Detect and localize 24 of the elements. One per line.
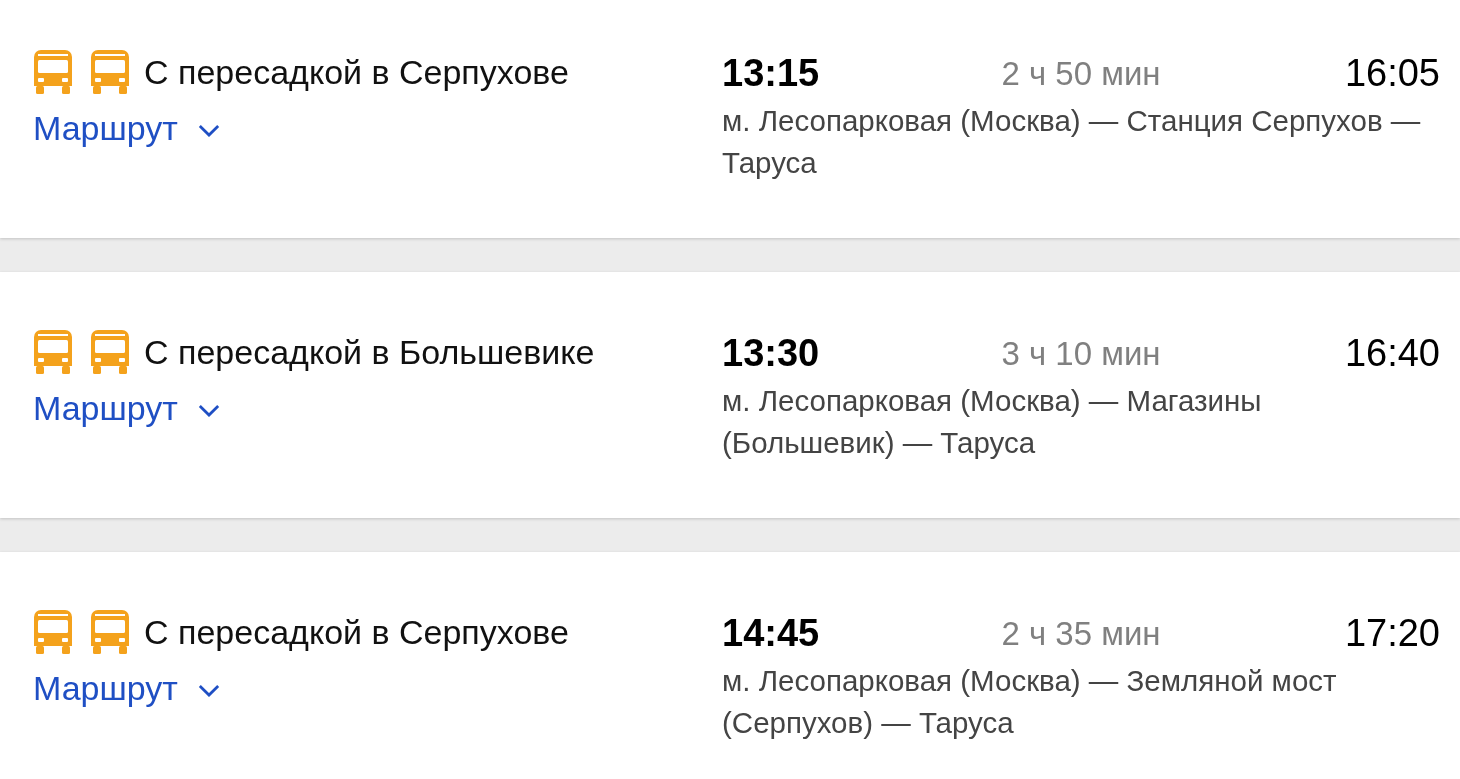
departure-time: 14:45 <box>722 612 820 655</box>
trip-title: С пересадкой в Большевике <box>144 332 595 372</box>
departure-time: 13:30 <box>722 332 820 375</box>
trip-duration: 2 ч 35 мин <box>1001 614 1161 653</box>
departure-time: 13:15 <box>722 52 820 95</box>
route-link[interactable]: Маршрут <box>33 388 220 428</box>
trip-title: С пересадкой в Серпухове <box>144 52 569 92</box>
bus-icon <box>90 50 130 94</box>
route-link[interactable]: Маршрут <box>33 108 220 148</box>
route-link[interactable]: Маршрут <box>33 668 220 708</box>
route-stops: м. Лесопарковая (Москва) — Магазины (Большевик) — Таруса <box>722 383 1263 461</box>
route-stops: м. Лесопарковая (Москва) — Станция Серпухов — Таруса <box>722 103 1422 181</box>
trip-duration: 2 ч 50 мин <box>1001 54 1161 93</box>
route-stops: м. Лесопарковая (Москва) — Земляной мост (Серпухов) — Таруса <box>722 663 1338 741</box>
bus-icon <box>90 330 130 374</box>
bus-icon <box>33 330 73 374</box>
bus-icon <box>33 610 73 654</box>
trip-duration: 3 ч 10 мин <box>1001 334 1161 373</box>
bus-icon <box>90 610 130 654</box>
trip-title: С пересадкой в Серпухове <box>144 612 569 652</box>
bus-icon <box>33 50 73 94</box>
arrival-time: 17:20 <box>1344 612 1440 655</box>
arrival-time: 16:40 <box>1344 332 1440 375</box>
arrival-time: 16:05 <box>1344 52 1440 95</box>
